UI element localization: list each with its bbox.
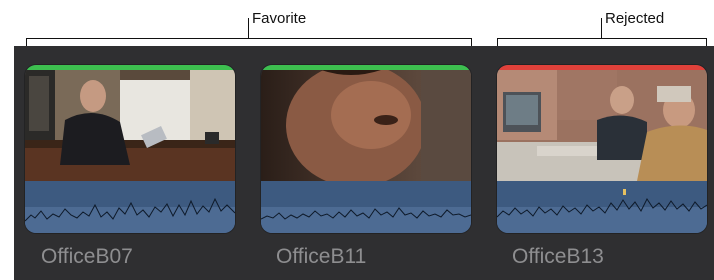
favorite-annotation-label: Favorite	[252, 10, 307, 27]
clip-name-officeb13: OfficeB13	[512, 245, 604, 268]
rejected-annotation-label: Rejected	[605, 10, 665, 27]
video-thumbnail	[497, 70, 707, 181]
event-browser: OfficeB07 OfficeB11 OfficeB13	[14, 46, 714, 280]
favorite-annotation-tick	[248, 18, 250, 38]
clip-name-officeb07: OfficeB07	[41, 245, 133, 268]
audio-waveform	[25, 181, 235, 233]
audio-waveform	[261, 181, 471, 233]
rejected-annotation-tick	[601, 18, 603, 38]
video-thumbnail	[25, 70, 235, 181]
clip-officeb13[interactable]	[497, 65, 707, 233]
audio-waveform	[497, 181, 707, 233]
clip-officeb11[interactable]	[261, 65, 471, 233]
video-thumbnail	[261, 70, 471, 181]
clip-officeb07[interactable]	[25, 65, 235, 233]
clip-name-officeb11: OfficeB11	[276, 245, 367, 268]
